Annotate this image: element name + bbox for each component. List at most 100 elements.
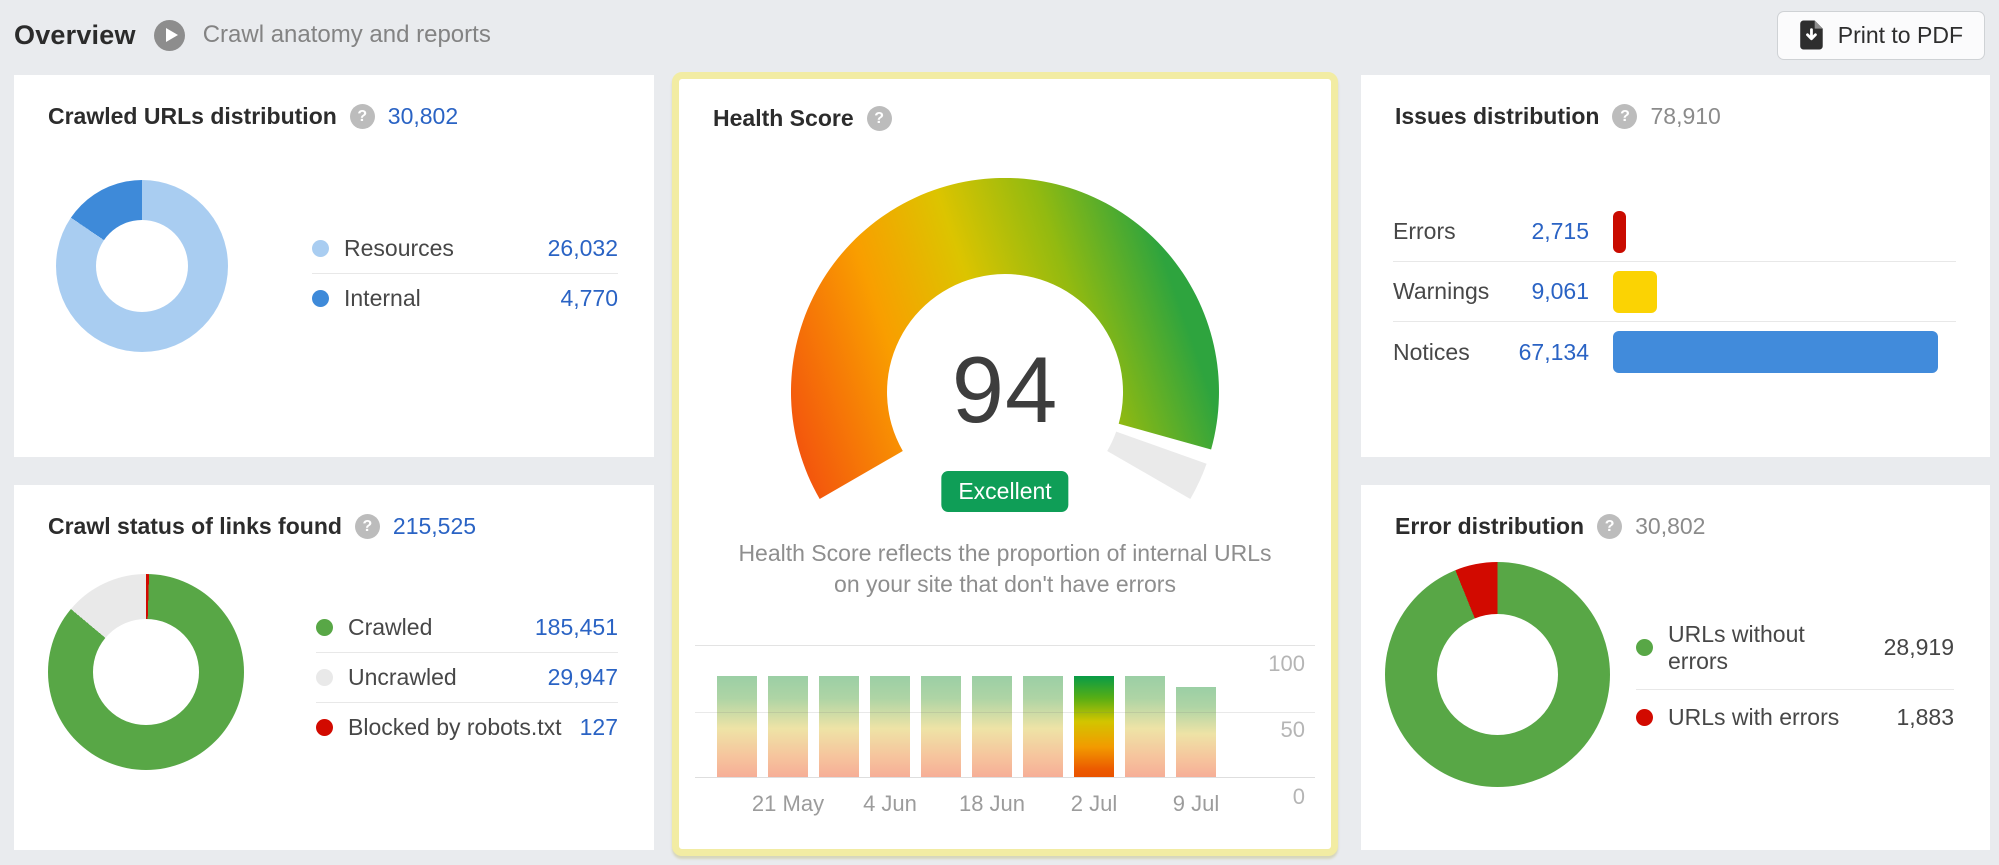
help-icon[interactable]: ?: [1612, 104, 1637, 129]
urls-without-errors-value: 28,919: [1884, 634, 1954, 661]
card-title: Crawl status of links found: [48, 513, 342, 540]
help-icon[interactable]: ?: [350, 104, 375, 129]
play-triangle-icon: [166, 28, 178, 42]
help-icon[interactable]: ?: [867, 106, 892, 131]
uncrawled-dot-icon: [316, 669, 333, 686]
print-button-label: Print to PDF: [1838, 22, 1963, 49]
card-crawl-status: Crawl status of links found ? 215,525 Cr…: [14, 485, 654, 850]
legend-row-with-errors: URLs with errors 1,883: [1636, 690, 1954, 745]
legend-row-internal: Internal 4,770: [312, 274, 618, 323]
crawled-value-link[interactable]: 185,451: [535, 614, 618, 641]
legend-row-crawled: Crawled 185,451: [316, 603, 618, 653]
page-title: Overview: [14, 20, 136, 51]
notices-value-link[interactable]: 67,134: [1493, 339, 1589, 366]
trend-bar[interactable]: [921, 676, 961, 777]
trend-bar[interactable]: [1023, 676, 1063, 777]
trend-bar-selected[interactable]: [1074, 676, 1114, 777]
print-to-pdf-button[interactable]: Print to PDF: [1777, 11, 1985, 60]
row-label: Notices: [1393, 339, 1493, 366]
y-axis-tick: 0: [1293, 784, 1305, 810]
row-label: Errors: [1393, 218, 1493, 245]
trend-bar[interactable]: [1176, 687, 1216, 777]
health-score-gauge[interactable]: 94 Excellent: [775, 178, 1235, 510]
issues-row-notices: Notices 67,134: [1393, 322, 1956, 382]
health-score-badge: Excellent: [941, 471, 1068, 512]
urls-with-errors-value: 1,883: [1896, 704, 1954, 731]
card-crawled-urls-distribution: Crawled URLs distribution ? 30,802 Resou…: [14, 75, 654, 457]
gridline-50: [695, 712, 1315, 713]
errors-value-link[interactable]: 2,715: [1493, 218, 1589, 245]
crawled-dot-icon: [316, 619, 333, 636]
file-download-icon: [1799, 20, 1825, 50]
trend-bar[interactable]: [972, 676, 1012, 777]
trend-bar[interactable]: [768, 676, 808, 777]
error-distribution-legend: URLs without errors 28,919 URLs with err…: [1636, 607, 1954, 745]
x-axis-date-label: 2 Jul: [1071, 791, 1117, 817]
y-axis-tick: 50: [1281, 717, 1305, 743]
help-icon[interactable]: ?: [1597, 514, 1622, 539]
legend-label: Crawled: [348, 614, 520, 641]
trend-bar[interactable]: [717, 676, 757, 777]
internal-value-link[interactable]: 4,770: [560, 285, 618, 312]
health-score-value: 94: [775, 336, 1235, 444]
card-issues-distribution: Issues distribution ? 78,910 Errors 2,71…: [1361, 75, 1990, 457]
warnings-value-link[interactable]: 9,061: [1493, 278, 1589, 305]
health-score-history-chart[interactable]: 100 50 0 21 May 4 Jun 18 Jun 2 Jul 9 Jul: [695, 645, 1315, 825]
x-axis-date-label: 18 Jun: [959, 791, 1025, 817]
urls-with-errors-dot-icon: [1636, 709, 1653, 726]
legend-row-resources: Resources 26,032: [312, 224, 618, 274]
help-icon[interactable]: ?: [355, 514, 380, 539]
legend-row-uncrawled: Uncrawled 29,947: [316, 653, 618, 703]
card-title: Crawled URLs distribution: [48, 103, 337, 130]
legend-label: Blocked by robots.txt: [348, 714, 565, 741]
errors-bar[interactable]: [1613, 211, 1626, 253]
x-axis-date-label: 9 Jul: [1173, 791, 1219, 817]
error-dist-total: 30,802: [1635, 513, 1705, 540]
x-axis-date-label: 4 Jun: [863, 791, 917, 817]
card-error-distribution: Error distribution ? 30,802 URLs without…: [1361, 485, 1990, 850]
legend-label: Resources: [344, 235, 533, 262]
legend-label: URLs with errors: [1668, 704, 1881, 731]
blocked-value-link[interactable]: 127: [580, 714, 618, 741]
page-subtitle: Crawl anatomy and reports: [203, 21, 491, 49]
x-axis-date-label: 21 May: [752, 791, 824, 817]
crawled-urls-total-link[interactable]: 30,802: [388, 103, 458, 130]
crawl-status-total-link[interactable]: 215,525: [393, 513, 476, 540]
trend-bar[interactable]: [1125, 676, 1165, 777]
crawl-status-donut-chart[interactable]: [48, 574, 244, 770]
issues-row-warnings: Warnings 9,061: [1393, 262, 1956, 322]
trend-bar[interactable]: [870, 676, 910, 777]
legend-row-no-errors: URLs without errors 28,919: [1636, 607, 1954, 690]
trend-bar[interactable]: [819, 676, 859, 777]
y-axis-tick: 100: [1268, 651, 1305, 677]
internal-dot-icon: [312, 290, 329, 307]
warnings-bar[interactable]: [1613, 271, 1657, 313]
health-score-description: Health Score reflects the proportion of …: [725, 538, 1285, 600]
notices-bar[interactable]: [1613, 331, 1938, 373]
issues-rows: Errors 2,715 Warnings 9,061 Notices 67,1…: [1393, 202, 1956, 382]
crawled-urls-donut-chart[interactable]: [56, 180, 228, 352]
play-video-icon[interactable]: [154, 20, 185, 51]
uncrawled-value-link[interactable]: 29,947: [548, 664, 618, 691]
legend-label: Internal: [344, 285, 545, 312]
card-title: Health Score: [713, 105, 854, 132]
trend-plot-area: [695, 645, 1315, 778]
crawled-urls-legend: Resources 26,032 Internal 4,770: [312, 224, 618, 323]
legend-row-blocked: Blocked by robots.txt 127: [316, 703, 618, 752]
issues-row-errors: Errors 2,715: [1393, 202, 1956, 262]
page-header: Overview Crawl anatomy and reports Print…: [14, 0, 1985, 70]
urls-without-errors-dot-icon: [1636, 639, 1653, 656]
legend-label: Uncrawled: [348, 664, 533, 691]
site-audit-overview-page: Overview Crawl anatomy and reports Print…: [0, 0, 1999, 865]
card-health-score: Health Score ? 94 Excellent Health Score…: [672, 72, 1338, 856]
crawl-status-legend: Crawled 185,451 Uncrawled 29,947 Blocked…: [316, 603, 618, 752]
resources-value-link[interactable]: 26,032: [548, 235, 618, 262]
resources-dot-icon: [312, 240, 329, 257]
row-label: Warnings: [1393, 278, 1493, 305]
card-title: Error distribution: [1395, 513, 1584, 540]
legend-label: URLs without errors: [1668, 621, 1869, 675]
issues-total: 78,910: [1650, 103, 1720, 130]
card-title: Issues distribution: [1395, 103, 1599, 130]
error-distribution-donut-chart[interactable]: [1385, 562, 1610, 787]
blocked-dot-icon: [316, 719, 333, 736]
